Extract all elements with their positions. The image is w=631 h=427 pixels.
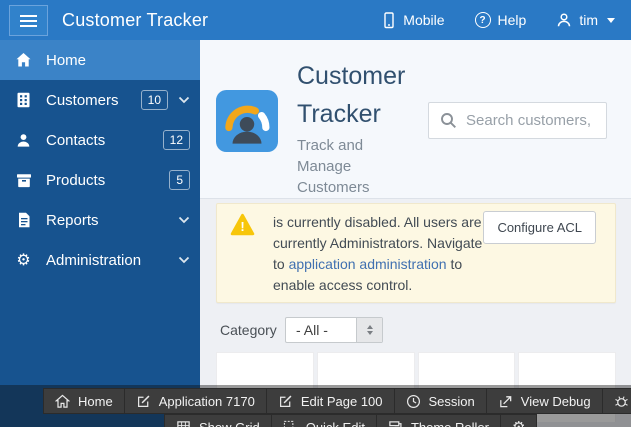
home-icon [15, 52, 32, 69]
home-icon [55, 394, 70, 409]
application-administration-link[interactable]: application administration [289, 256, 447, 272]
bug-icon [614, 394, 629, 409]
app-title: Customer Tracker [62, 10, 208, 31]
contacts-count-badge: 12 [163, 130, 190, 150]
page-title: Customer Tracker [297, 57, 429, 133]
search-icon [440, 112, 457, 129]
developer-toolbar-row1: Home Application 7170 Edit Page 100 Sess… [43, 388, 631, 414]
select-arrows-icon [356, 318, 382, 342]
user-icon [556, 12, 572, 28]
help-link[interactable]: ? Help [475, 12, 527, 28]
edit-icon [136, 394, 151, 409]
sidebar-toggle-button[interactable] [9, 5, 48, 36]
help-icon: ? [475, 12, 491, 28]
category-filter: Category - All - [220, 317, 383, 343]
document-icon [15, 212, 32, 229]
developer-toolbar-row2: Show Grid Quick Edit Theme Roller ⚙ [164, 414, 537, 427]
sidebar-item-label: Products [46, 172, 105, 189]
search-input[interactable] [466, 112, 598, 129]
help-label: Help [498, 12, 527, 28]
topbar-actions: Mobile ? Help tim [382, 12, 631, 29]
gear-icon: ⚙ [15, 252, 32, 269]
chevron-down-icon[interactable] [178, 96, 190, 104]
mobile-phone-icon [382, 12, 396, 29]
customers-count-badge: 10 [141, 90, 168, 110]
chevron-down-icon[interactable] [178, 256, 190, 264]
sidebar-item-label: Customers [46, 92, 119, 109]
products-count-badge: 5 [169, 170, 190, 190]
chevron-down-icon[interactable] [178, 216, 190, 224]
devbar-application-button[interactable]: Application 7170 [125, 389, 267, 413]
mobile-link[interactable]: Mobile [382, 12, 444, 29]
chevron-down-icon [607, 18, 615, 23]
configure-acl-button[interactable]: Configure ACL [483, 211, 596, 244]
paint-roller-icon [388, 420, 403, 427]
app-logo-icon [216, 90, 278, 152]
sidebar-item-label: Home [46, 52, 86, 69]
gear-icon: ⚙ [512, 420, 525, 427]
sidebar-item-administration[interactable]: ⚙ Administration [0, 240, 200, 280]
search-box [428, 102, 607, 139]
devbar-show-grid-button[interactable]: Show Grid [165, 415, 272, 427]
edit-icon [278, 394, 293, 409]
devbar-view-debug-button[interactable]: View Debug [487, 389, 603, 413]
devbar-edit-page-button[interactable]: Edit Page 100 [267, 389, 395, 413]
box-icon [15, 172, 32, 189]
warning-icon: ! [230, 213, 255, 236]
devbar-theme-roller-button[interactable]: Theme Roller [377, 415, 501, 427]
arrow-out-icon [498, 394, 513, 409]
devbar-quick-edit-button[interactable]: Quick Edit [272, 415, 377, 427]
devbar-debug-button[interactable]: Debug [603, 389, 631, 413]
svg-text:!: ! [240, 219, 244, 234]
person-icon [15, 132, 32, 149]
grid-icon [176, 420, 191, 427]
sidebar-item-contacts[interactable]: Contacts 12 [0, 120, 200, 160]
mobile-label: Mobile [403, 12, 444, 28]
building-icon [15, 92, 32, 109]
user-menu[interactable]: tim [556, 12, 615, 28]
sidebar-item-reports[interactable]: Reports [0, 200, 200, 240]
category-select[interactable]: - All - [285, 317, 383, 343]
hero-region: Customer Tracker Track and Manage Custom… [200, 40, 631, 199]
sidebar-item-customers[interactable]: Customers 10 [0, 80, 200, 120]
devbar-session-button[interactable]: Session [395, 389, 487, 413]
clock-icon [406, 394, 421, 409]
warning-alert: ! is currently disabled. All users are c… [216, 203, 616, 303]
alert-message: is currently disabled. All users are cur… [273, 212, 493, 296]
page-subtitle: Track and Manage Customers [297, 135, 392, 198]
hero-titles: Customer Tracker Track and Manage Custom… [297, 57, 429, 198]
top-navigation-bar: Customer Tracker Mobile ? Help tim [0, 0, 631, 40]
sidebar-item-label: Contacts [46, 132, 105, 149]
sidebar-item-products[interactable]: Products 5 [0, 160, 200, 200]
app-window: Customer Tracker Mobile ? Help tim [0, 0, 631, 427]
main-content: Customer Tracker Track and Manage Custom… [200, 40, 631, 427]
sidebar-navigation: Home Customers 10 Contacts 12 Products 5 [0, 40, 200, 427]
category-label: Category [220, 322, 285, 338]
sidebar-item-home[interactable]: Home [0, 40, 200, 80]
category-selected-value: - All - [286, 318, 356, 342]
cursor-select-icon [283, 420, 298, 427]
user-label: tim [579, 12, 598, 28]
devbar-home-button[interactable]: Home [44, 389, 125, 413]
sidebar-item-label: Administration [46, 252, 141, 269]
developer-toolbar: Home Application 7170 Edit Page 100 Sess… [0, 385, 631, 427]
hamburger-icon [20, 15, 37, 17]
devbar-options-button[interactable]: ⚙ [501, 415, 536, 427]
sidebar-item-label: Reports [46, 212, 99, 229]
